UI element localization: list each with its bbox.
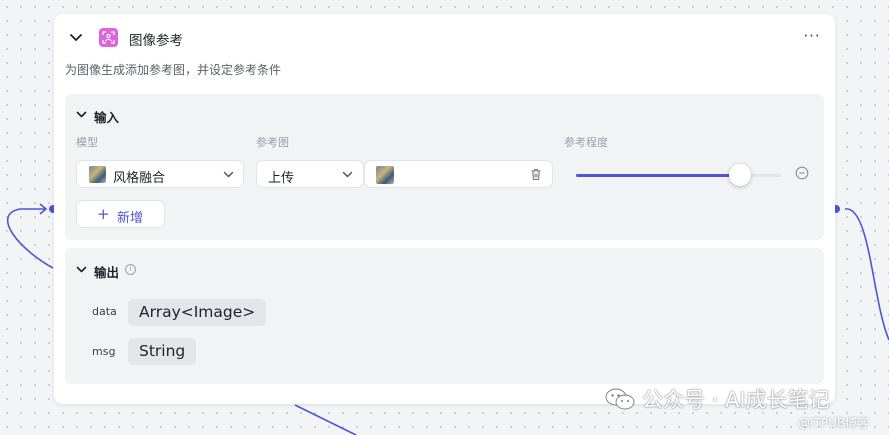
strength-slider-fill	[576, 174, 740, 177]
output-section: 输出 i data Array<Image> msg String	[65, 248, 824, 384]
uploaded-image-thumbnail[interactable]	[376, 166, 394, 184]
output-section-title: 输出	[94, 265, 120, 280]
style-thumbnail-icon	[89, 166, 106, 183]
watermark-sub: @ITPUB博客	[798, 416, 870, 430]
output-param-type: String	[128, 338, 197, 365]
node-title: 图像参考	[129, 33, 183, 49]
input-section: 输入 模型 参考图 参考程度 风格融合 上传 + 新增	[65, 94, 824, 240]
output-param-name: data	[92, 305, 117, 318]
output-param-type: Array<Image>	[128, 299, 267, 326]
watermark-text: 公众号 · AI成长笔记	[642, 388, 830, 412]
collapse-chevron-icon[interactable]	[69, 33, 83, 43]
wechat-icon	[605, 388, 635, 410]
chevron-down-icon	[342, 171, 353, 178]
add-input-button[interactable]: + 新增	[76, 200, 165, 228]
ref-image-column-label: 参考图	[256, 136, 289, 149]
image-frame-icon	[99, 28, 118, 47]
more-options-button[interactable]: ···	[800, 27, 824, 47]
input-collapse-chevron-icon[interactable]	[76, 111, 87, 119]
image-upload-field[interactable]	[364, 160, 553, 188]
chevron-down-icon	[223, 171, 234, 178]
info-icon[interactable]: i	[125, 264, 136, 275]
add-button-label: 新增	[117, 211, 144, 226]
input-section-title: 输入	[94, 110, 120, 125]
upload-source-select[interactable]: 上传	[256, 160, 364, 188]
output-collapse-chevron-icon[interactable]	[76, 266, 87, 274]
image-reference-node[interactable]: 图像参考 ··· 为图像生成添加参考图，并设定参考条件 输入 模型 参考图 参考…	[54, 14, 835, 404]
strength-slider-handle[interactable]	[729, 164, 751, 186]
output-param-name: msg	[92, 345, 116, 358]
remove-row-icon[interactable]	[795, 166, 809, 180]
node-description: 为图像生成添加参考图，并设定参考条件	[65, 63, 282, 77]
model-column-label: 模型	[76, 136, 98, 149]
strength-slider[interactable]	[576, 164, 781, 186]
upload-select-value: 上传	[268, 171, 295, 186]
model-select[interactable]: 风格融合	[76, 160, 244, 188]
plus-icon: +	[97, 205, 110, 223]
trash-icon[interactable]	[530, 168, 542, 181]
strength-column-label: 参考程度	[564, 136, 608, 149]
model-select-value: 风格融合	[113, 171, 166, 186]
